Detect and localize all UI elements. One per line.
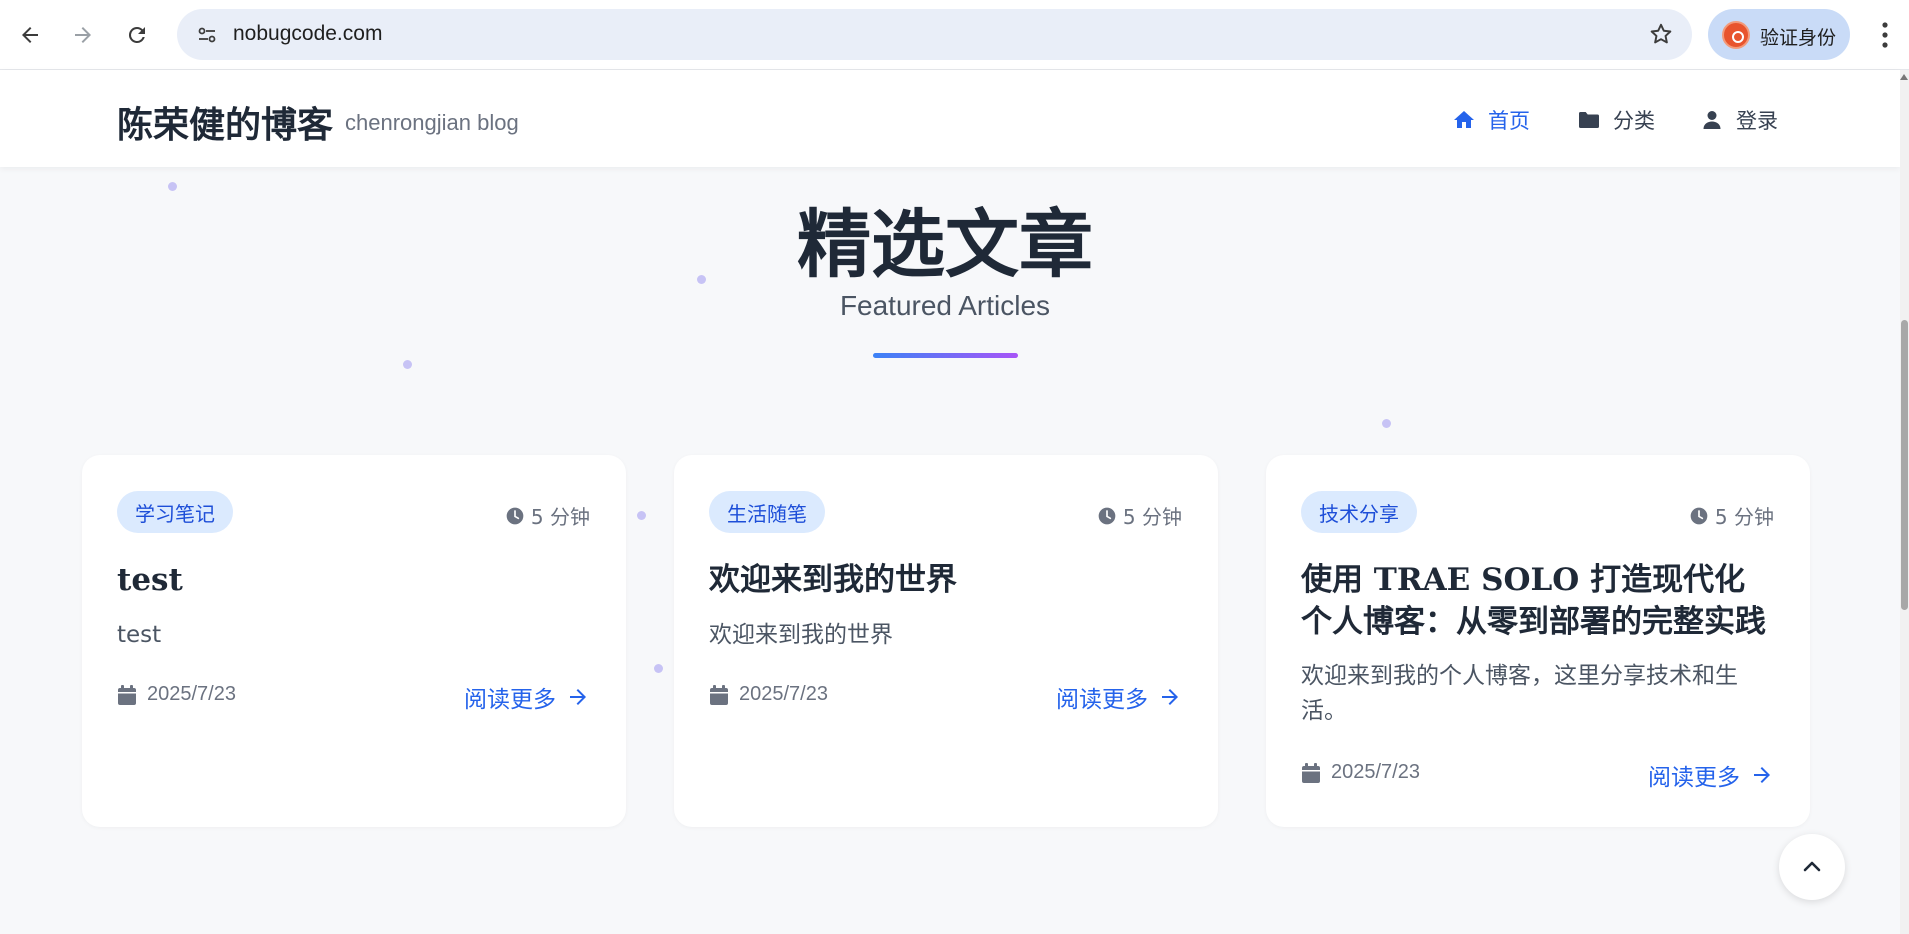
- article-excerpt: test: [117, 622, 162, 648]
- site-brand-subtitle: chenrongjian blog: [345, 110, 519, 135]
- bookmark-star-icon[interactable]: [1648, 21, 1674, 47]
- article-card[interactable]: 学习笔记 5 分钟 test test 2025/7/23 阅读更多: [82, 455, 626, 827]
- article-title[interactable]: test: [117, 559, 590, 601]
- article-date-text: 2025/7/23: [1331, 761, 1420, 783]
- forward-arrow-icon: [75, 27, 91, 43]
- nav-item-login[interactable]: 登录: [1700, 105, 1778, 135]
- decorative-dot: [1382, 419, 1391, 428]
- read-time: 5 分钟: [1689, 501, 1774, 530]
- section-subtitle: Featured Articles: [839, 290, 1051, 321]
- article-date: 2025/7/23: [709, 683, 828, 706]
- calendar-icon: [118, 684, 136, 705]
- article-date-text: 2025/7/23: [739, 683, 828, 705]
- article-date: 2025/7/23: [1301, 761, 1420, 784]
- scroll-up-arrow-icon[interactable]: [1900, 74, 1908, 80]
- reload-button[interactable]: [117, 15, 157, 55]
- category-tag[interactable]: 生活随笔: [709, 491, 825, 533]
- read-more-link[interactable]: 阅读更多: [1056, 680, 1182, 714]
- arrow-right-icon: [570, 689, 586, 705]
- article-excerpt: 欢迎来到我的世界: [709, 622, 893, 648]
- site-settings-icon[interactable]: [195, 23, 219, 47]
- back-to-top-button[interactable]: [1779, 834, 1845, 900]
- folder-icon: [1579, 112, 1599, 128]
- nav-label-login: 登录: [1736, 109, 1778, 133]
- read-more-link[interactable]: 阅读更多: [464, 680, 590, 714]
- clock-icon: [1098, 507, 1116, 524]
- section-divider: [873, 353, 1018, 358]
- article-title[interactable]: 欢迎来到我的世界: [709, 559, 1182, 601]
- forward-button[interactable]: [63, 15, 103, 55]
- read-time-text: 5 分钟: [1122, 505, 1182, 529]
- user-icon: [1703, 111, 1721, 129]
- address-bar[interactable]: nobugcode.com: [177, 9, 1692, 60]
- category-tag[interactable]: 学习笔记: [117, 491, 233, 533]
- read-more-label: 阅读更多: [1648, 765, 1740, 791]
- nav-label-categories: 分类: [1613, 109, 1655, 133]
- article-card[interactable]: 技术分享 5 分钟 使用 TRAE SOLO 打造现代化个人博客：从零到部署的完…: [1266, 455, 1810, 827]
- read-time-text: 5 分钟: [1714, 505, 1774, 529]
- article-date: 2025/7/23: [117, 683, 236, 706]
- calendar-icon: [710, 684, 728, 705]
- scrollbar-thumb[interactable]: [1901, 320, 1908, 610]
- decorative-dot: [637, 511, 646, 520]
- article-card[interactable]: 生活随笔 5 分钟 欢迎来到我的世界 欢迎来到我的世界 2025/7/23 阅读…: [674, 455, 1218, 827]
- decorative-dot: [654, 664, 663, 673]
- read-time: 5 分钟: [1097, 501, 1182, 530]
- nav-label-home: 首页: [1488, 109, 1530, 133]
- read-more-label: 阅读更多: [464, 687, 556, 713]
- back-button[interactable]: [10, 15, 50, 55]
- site-header: 陈荣健的博客 chenrongjian blog 首页 分类 登录: [0, 70, 1900, 167]
- nav-item-categories[interactable]: 分类: [1577, 105, 1655, 135]
- nav-item-home[interactable]: 首页: [1452, 105, 1530, 135]
- read-time-text: 5 分钟: [530, 505, 590, 529]
- home-icon: [1454, 111, 1474, 128]
- section-title: 精选文章: [797, 202, 1093, 288]
- article-date-text: 2025/7/23: [147, 683, 236, 705]
- calendar-icon: [1302, 762, 1320, 783]
- arrow-right-icon: [1162, 689, 1178, 705]
- profile-label: 验证身份: [1760, 27, 1837, 49]
- back-arrow-icon: [22, 27, 38, 43]
- read-time: 5 分钟: [505, 501, 590, 530]
- clock-icon: [506, 507, 524, 524]
- url-text[interactable]: nobugcode.com: [233, 22, 382, 46]
- page-scrollbar[interactable]: [1900, 70, 1909, 934]
- profile-avatar-icon: [1722, 21, 1750, 49]
- clock-icon: [1690, 507, 1708, 524]
- decorative-dot: [403, 360, 412, 369]
- read-more-label: 阅读更多: [1056, 687, 1148, 713]
- profile-chip[interactable]: 验证身份: [1708, 9, 1850, 60]
- site-brand[interactable]: 陈荣健的博客: [117, 96, 333, 148]
- article-title[interactable]: 使用 TRAE SOLO 打造现代化个人博客：从零到部署的完整实践: [1301, 559, 1774, 643]
- browser-toolbar: nobugcode.com 验证身份: [0, 0, 1909, 70]
- menu-dots-icon[interactable]: [1873, 18, 1897, 52]
- article-excerpt: 欢迎来到我的个人博客，这里分享技术和生活。: [1301, 663, 1738, 724]
- reload-icon: [128, 26, 145, 43]
- category-tag[interactable]: 技术分享: [1301, 491, 1417, 533]
- chevron-up-icon: [1803, 861, 1821, 872]
- arrow-right-icon: [1754, 767, 1770, 783]
- read-more-link[interactable]: 阅读更多: [1648, 758, 1774, 792]
